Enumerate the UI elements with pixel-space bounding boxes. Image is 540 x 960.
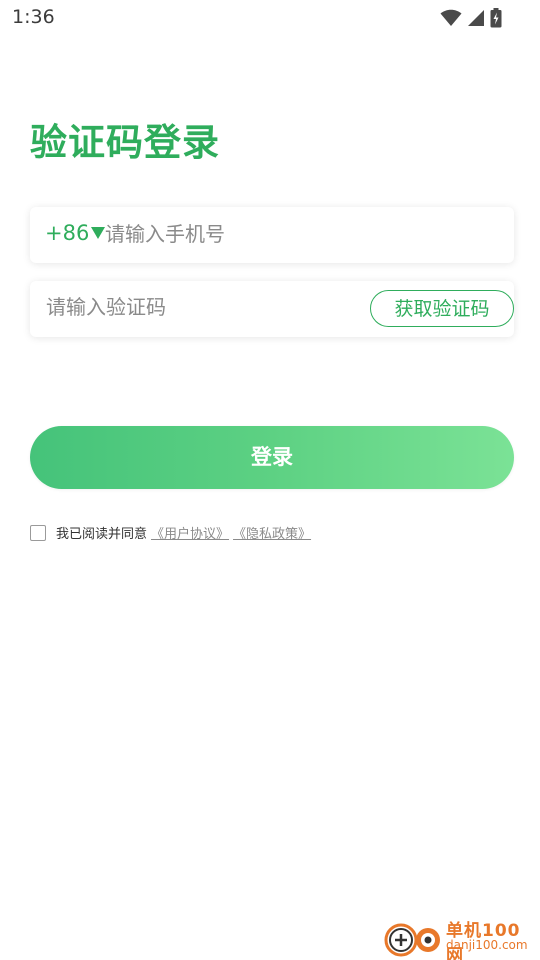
country-code-selector[interactable]: +86 xyxy=(45,221,106,245)
wifi-icon xyxy=(440,9,462,27)
privacy-policy-link[interactable]: 《隐私政策》 xyxy=(233,523,311,542)
dropdown-triangle-icon xyxy=(91,227,106,239)
agreement-text: 我已阅读并同意 xyxy=(56,527,148,542)
user-agreement-link[interactable]: 《用户协议》 xyxy=(151,523,229,542)
agreement-checkbox[interactable] xyxy=(30,524,46,541)
get-code-button[interactable]: 获取验证码 xyxy=(370,290,514,327)
watermark-domain: danji100.com xyxy=(446,938,528,952)
battery-charging-icon xyxy=(490,8,502,28)
agreement-row: 我已阅读并同意 《用户协议》 《隐私政策》 xyxy=(30,523,315,542)
country-code-label: +86 xyxy=(45,221,90,245)
watermark-logo-icon xyxy=(384,923,440,957)
page-title: 验证码登录 xyxy=(30,121,220,164)
phone-input[interactable] xyxy=(105,217,495,251)
status-bar: 1:36 xyxy=(0,0,540,36)
code-field-card: 获取验证码 xyxy=(30,281,514,337)
login-button[interactable]: 登录 xyxy=(30,426,514,489)
phone-field-card: +86 xyxy=(30,207,514,263)
login-page: 1:36 验证码登录 +86 获取验证码 xyxy=(0,0,540,960)
watermark: 单机100网 danji100.com xyxy=(384,916,536,960)
status-icons xyxy=(440,8,502,28)
cell-signal-icon xyxy=(467,9,485,27)
verification-code-input[interactable] xyxy=(46,290,346,324)
status-time: 1:36 xyxy=(12,6,55,28)
